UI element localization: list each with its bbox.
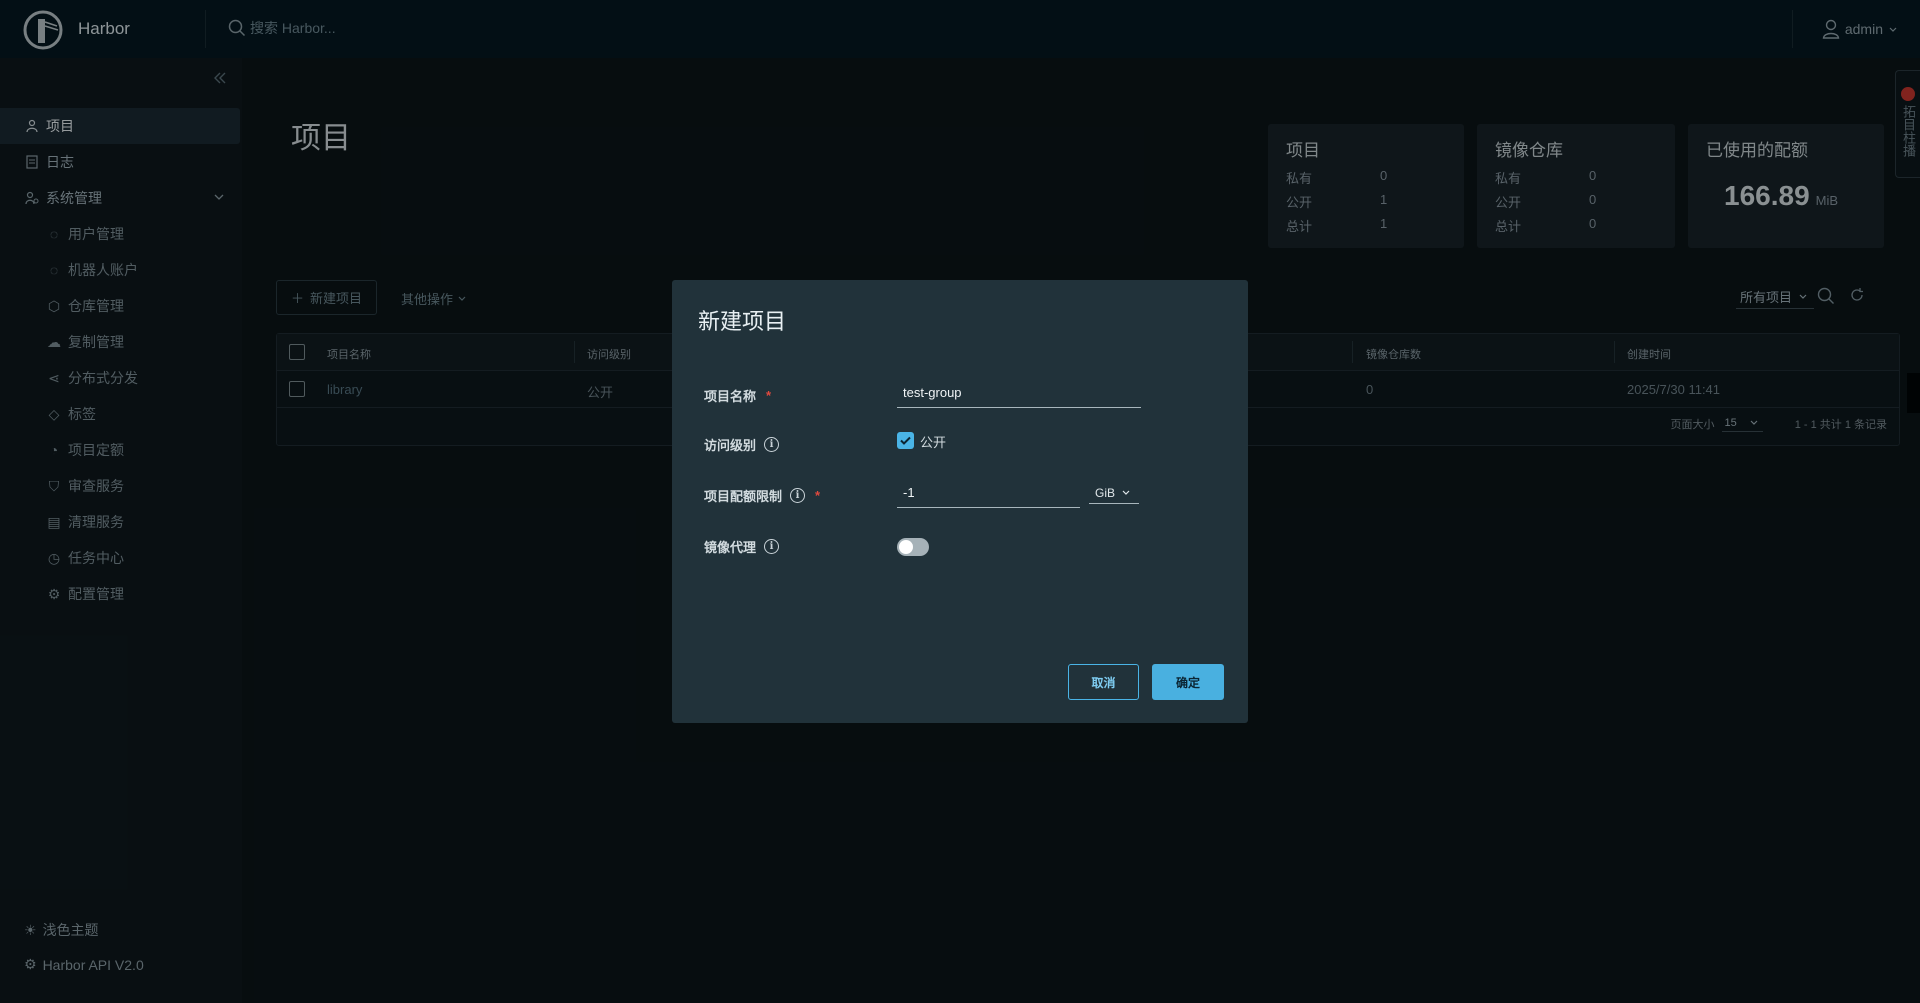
- quota-limit-label: 项目配额限制 i *: [704, 486, 820, 505]
- checkmark-icon: [900, 436, 911, 445]
- access-level-label: 访问级别 i: [704, 435, 780, 454]
- label-text: 镜像代理: [704, 540, 757, 555]
- label-text: 项目名称: [704, 389, 757, 404]
- public-checkbox[interactable]: [897, 432, 914, 449]
- toggle-knob: [899, 540, 913, 554]
- confirm-button[interactable]: 确定: [1152, 664, 1224, 700]
- required-marker: *: [815, 488, 821, 503]
- dialog-title: 新建项目: [698, 309, 787, 334]
- label-text: 项目配额限制: [704, 489, 783, 504]
- project-name-label: 项目名称 *: [704, 386, 771, 405]
- unit-value: GiB: [1095, 485, 1116, 500]
- quota-unit-select[interactable]: GiB: [1089, 482, 1139, 504]
- public-checkbox-label[interactable]: 公开: [920, 432, 946, 451]
- info-icon[interactable]: i: [764, 539, 780, 554]
- required-marker: *: [766, 388, 772, 403]
- input-value: test-group: [903, 385, 962, 400]
- info-icon[interactable]: i: [790, 488, 806, 503]
- cancel-button[interactable]: 取消: [1068, 664, 1139, 700]
- proxy-cache-label: 镜像代理 i: [704, 537, 780, 556]
- chevron-down-icon: [1122, 490, 1130, 495]
- input-value: -1: [903, 485, 915, 500]
- label-text: 访问级别: [704, 438, 757, 453]
- new-project-dialog: 新建项目 项目名称 * test-group 访问级别 i 公开 项目配额限制 i…: [672, 280, 1248, 723]
- info-icon[interactable]: i: [764, 437, 780, 452]
- quota-limit-input[interactable]: -1: [897, 485, 1080, 508]
- proxy-cache-toggle[interactable]: [897, 538, 929, 556]
- project-name-input[interactable]: test-group: [897, 385, 1141, 408]
